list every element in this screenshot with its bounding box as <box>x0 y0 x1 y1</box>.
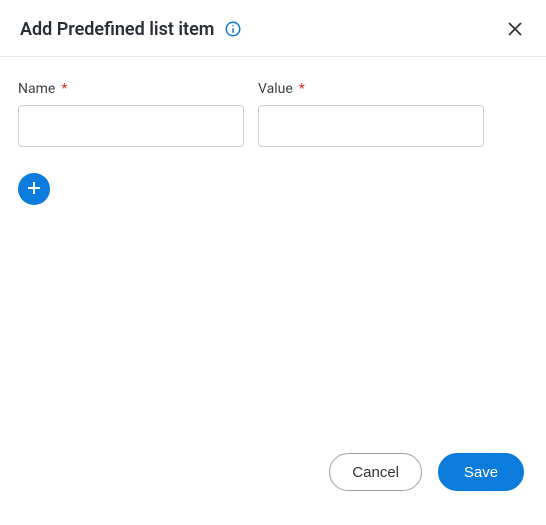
dialog-title: Add Predefined list item <box>20 19 214 40</box>
fields-row: Name * Value * <box>18 81 528 147</box>
name-label: Name <box>18 81 55 97</box>
value-input[interactable] <box>258 105 484 147</box>
name-label-row: Name * <box>18 81 244 97</box>
value-field: Value * <box>258 81 484 147</box>
save-button[interactable]: Save <box>438 453 524 491</box>
add-predefined-list-item-dialog: Add Predefined list item <box>0 0 546 525</box>
name-input[interactable] <box>18 105 244 147</box>
cancel-button[interactable]: Cancel <box>329 453 422 491</box>
dialog-body: Name * Value * <box>0 57 546 435</box>
required-marker: * <box>61 82 67 96</box>
value-label: Value <box>258 81 293 97</box>
value-label-row: Value * <box>258 81 484 97</box>
dialog-footer: Cancel Save <box>0 435 546 525</box>
required-marker: * <box>299 82 305 96</box>
dialog-header: Add Predefined list item <box>0 0 546 57</box>
add-item-button[interactable] <box>18 173 50 205</box>
info-icon[interactable] <box>224 20 242 38</box>
name-field: Name * <box>18 81 244 147</box>
plus-icon <box>26 180 42 199</box>
close-button[interactable] <box>504 18 526 40</box>
close-icon <box>508 24 522 39</box>
